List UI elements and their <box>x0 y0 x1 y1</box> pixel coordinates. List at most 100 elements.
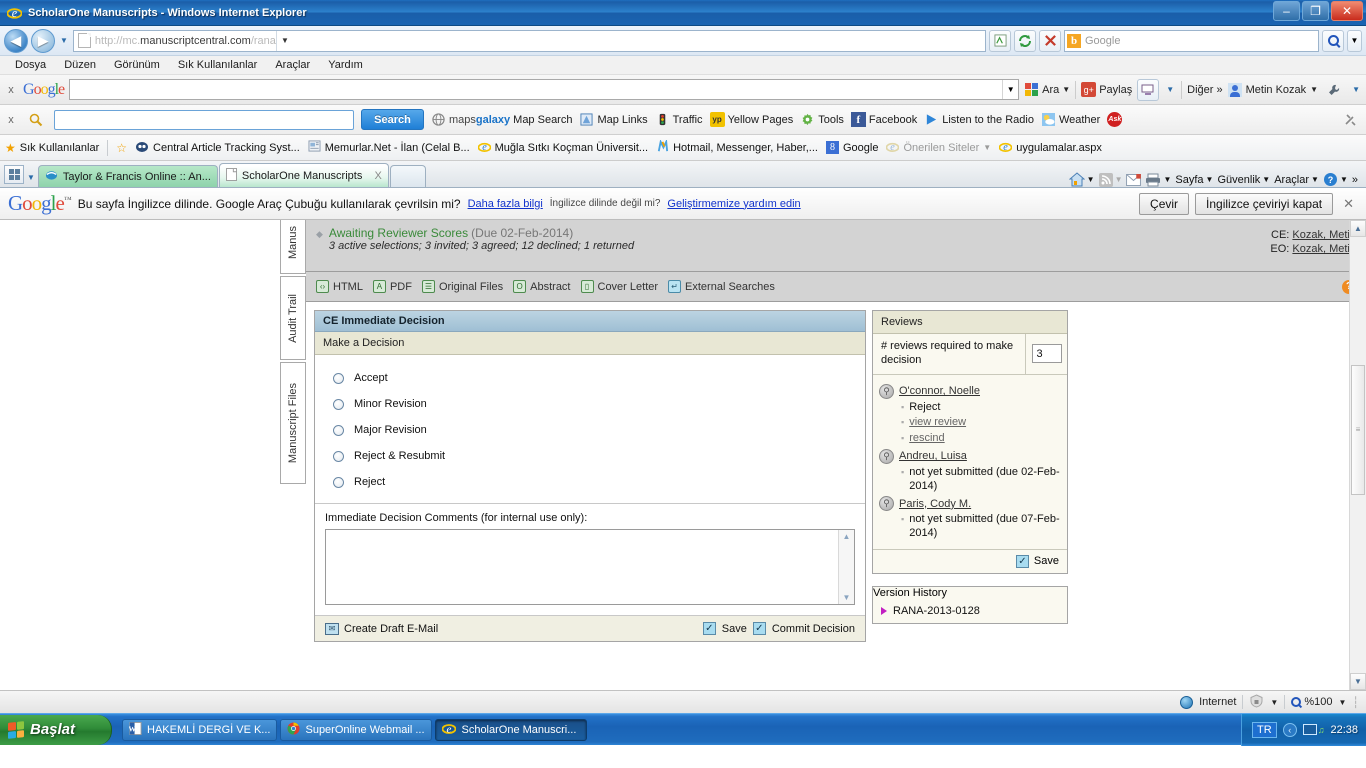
file-link-original-files[interactable]: ☰ Original Files <box>421 280 503 293</box>
ask-item-radio[interactable]: Listen to the Radio <box>924 112 1034 127</box>
reviews-save-button[interactable]: Save <box>1034 555 1059 567</box>
rescind-link[interactable]: rescind <box>909 432 944 446</box>
google-more-button[interactable]: Diğer » <box>1187 84 1222 96</box>
radio-icon[interactable] <box>333 372 344 384</box>
menu-item-dosya[interactable]: Dosya <box>6 59 55 71</box>
rss-icon[interactable]: ▼ <box>1098 172 1122 187</box>
scroll-down-icon[interactable]: ▼ <box>1350 673 1366 690</box>
vertical-tab-manuscript-files[interactable]: Manuscript Files <box>280 362 306 484</box>
close-icon[interactable]: X <box>375 170 382 182</box>
radio-icon[interactable] <box>333 450 344 462</box>
view-review-link[interactable]: view review <box>909 416 966 430</box>
help-icon[interactable]: ? ▼ <box>1323 172 1348 187</box>
ask-item-tools[interactable]: Tools <box>800 112 844 127</box>
minimize-button[interactable]: – <box>1273 1 1300 21</box>
google-user-chip[interactable]: Metin Kozak ▼ <box>1227 82 1318 97</box>
favorite-item-memurlar[interactable]: Memurlar.Net - İlan (Celal B... <box>308 140 470 155</box>
comments-textarea[interactable]: ▲ ▼ <box>325 529 855 605</box>
ask-item-weather[interactable]: Weather <box>1041 112 1100 127</box>
favorites-title[interactable]: ★ Sık Kullanılanlar <box>5 141 99 155</box>
taskbar-item-word[interactable]: W HAKEMLİ DERGİ VE K... <box>122 718 278 741</box>
menu-item-araclar[interactable]: Araçlar <box>266 59 319 71</box>
ask-search-button[interactable]: Search <box>361 109 424 130</box>
ask-search-input[interactable] <box>54 109 354 130</box>
comments-scrollbar[interactable]: ▲ ▼ <box>838 530 854 604</box>
eo-value[interactable]: Kozak, Metin <box>1292 243 1356 255</box>
google-search-chevron-icon[interactable]: ▼ <box>1002 80 1018 99</box>
reviews-save-checkbox-icon[interactable]: ✓ <box>1015 554 1029 568</box>
create-draft-email-button[interactable]: ✉ Create Draft E-Mail <box>325 622 438 635</box>
radio-icon[interactable] <box>333 476 344 488</box>
taskbar-item-chrome[interactable]: SuperOnline Webmail ... <box>280 718 433 741</box>
ask-toolbar-close[interactable]: x <box>4 114 18 126</box>
commit-decision-button[interactable]: Commit Decision <box>772 623 855 635</box>
ask-item-yellow-pages[interactable]: yp Yellow Pages <box>709 112 793 127</box>
radio-icon[interactable] <box>333 424 344 436</box>
back-button[interactable]: ◀ <box>4 28 28 53</box>
translate-more-link[interactable]: Daha fazla bilgi <box>468 198 543 210</box>
vertical-tab-manuscript-information[interactable]: Manus <box>280 220 306 274</box>
google-search-input[interactable]: ▼ <box>69 79 1020 100</box>
favorite-item-cats[interactable]: Central Article Tracking Syst... <box>135 140 300 156</box>
decision-option-major-revision[interactable]: Major Revision <box>333 417 865 443</box>
save-checkbox-icon[interactable]: ✓ <box>702 622 716 635</box>
print-icon[interactable]: ▼ <box>1145 173 1171 187</box>
home-icon[interactable]: ▼ <box>1068 172 1095 187</box>
file-link-cover-letter[interactable]: ▯ Cover Letter <box>580 280 658 293</box>
radio-icon[interactable] <box>333 398 344 410</box>
address-dropdown-icon[interactable]: ▼ <box>275 30 293 51</box>
file-link-external-searches[interactable]: ↵ External Searches <box>668 280 775 293</box>
compatibility-view-icon[interactable] <box>989 29 1011 52</box>
vertical-tab-audit-trail[interactable]: Audit Trail <box>280 276 306 360</box>
google-toolbar-close[interactable]: x <box>4 84 18 96</box>
ask-item-map-links[interactable]: Map Links <box>579 112 648 127</box>
scroll-up-icon[interactable]: ▲ <box>843 532 851 541</box>
add-to-favorites-icon[interactable]: ☆ <box>116 141 127 155</box>
ask-item-ask[interactable]: Ask <box>1107 112 1123 127</box>
search-input[interactable]: b Google <box>1064 29 1319 52</box>
command-bar-araclar[interactable]: Araçlar ▼ <box>1274 174 1319 186</box>
screen-icon[interactable] <box>1137 78 1160 101</box>
search-provider-chevron-icon[interactable]: ▼ <box>1347 29 1362 52</box>
command-bar-sayfa[interactable]: Sayfa ▼ <box>1175 174 1213 186</box>
favorite-item-hotmail[interactable]: Hotmail, Messenger, Haber,... <box>656 138 818 156</box>
volume-icon[interactable]: ♫ <box>1302 724 1324 735</box>
file-link-html[interactable]: ‹› HTML <box>316 280 363 293</box>
translate-button[interactable]: Çevir <box>1139 192 1190 215</box>
decision-option-accept[interactable]: Accept <box>333 365 865 391</box>
expand-triangle-icon[interactable] <box>881 606 887 615</box>
ce-value[interactable]: Kozak, Metin <box>1292 229 1356 241</box>
reviews-required-input[interactable]: 3 <box>1031 344 1062 364</box>
reviewer-name[interactable]: O'connor, Noelle <box>899 385 980 397</box>
menu-item-duzen[interactable]: Düzen <box>55 59 105 71</box>
menu-item-yardim[interactable]: Yardım <box>319 59 372 71</box>
language-indicator[interactable]: TR <box>1252 721 1277 738</box>
reviewer-name[interactable]: Paris, Cody M. <box>899 498 971 510</box>
version-history-entry[interactable]: RANA-2013-0128 <box>873 599 1067 623</box>
recent-pages-chevron-icon[interactable]: ▼ <box>58 36 70 45</box>
mail-icon[interactable] <box>1126 173 1142 186</box>
ask-item-traffic[interactable]: Traffic <box>655 112 703 127</box>
clock[interactable]: 22:38 <box>1330 724 1358 736</box>
favorite-item-suggested-sites[interactable]: e Önerilen Siteler ▼ <box>886 140 991 156</box>
decision-option-reject[interactable]: Reject <box>333 469 865 495</box>
menu-item-gorunum[interactable]: Görünüm <box>105 59 169 71</box>
close-button[interactable]: ✕ <box>1331 1 1363 21</box>
taskbar-item-scholarone[interactable]: e ScholarOne Manuscri... <box>435 718 588 741</box>
comments-textarea-input[interactable] <box>326 530 838 604</box>
stop-icon[interactable] <box>1039 29 1061 52</box>
wrench-chevron-icon[interactable]: ▼ <box>1350 85 1362 94</box>
tray-expand-chevron-icon[interactable]: ‹ <box>1282 722 1297 737</box>
google-share-button[interactable]: g+ Paylaş <box>1081 82 1132 97</box>
ask-item-map-search[interactable]: mapsgalaxy Map Search <box>431 112 572 127</box>
resize-grip-icon[interactable]: ┆ <box>1352 696 1360 709</box>
maximize-button[interactable]: ❐ <box>1302 1 1329 21</box>
tab-scholarone[interactable]: ScholarOne Manuscripts X <box>218 163 389 187</box>
forward-button[interactable]: ▶ <box>31 28 55 53</box>
favorite-item-mugla[interactable]: e Muğla Sıtkı Koçman Üniversit... <box>477 140 648 156</box>
tools-icon[interactable] <box>1340 109 1362 131</box>
scroll-up-icon[interactable]: ▲ <box>1350 220 1366 237</box>
turn-off-translate-button[interactable]: İngilizce çeviriyi kapat <box>1195 192 1334 215</box>
file-link-pdf[interactable]: A PDF <box>372 280 412 293</box>
scroll-down-icon[interactable]: ▼ <box>843 593 851 602</box>
